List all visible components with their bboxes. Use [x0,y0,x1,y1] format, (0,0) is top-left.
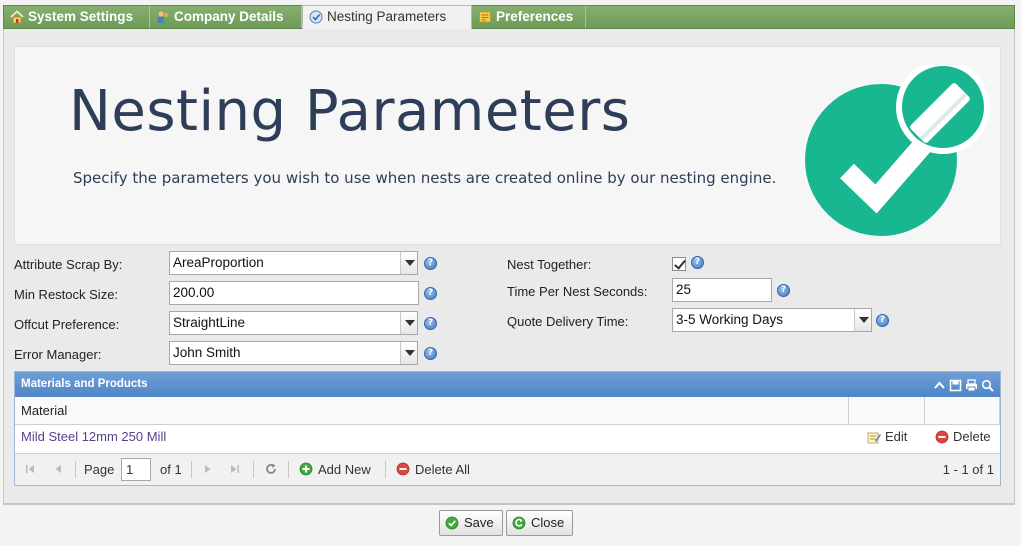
nesting-icon [309,10,323,24]
checkmark-icon [445,516,459,530]
select-value: 3-5 Working Days [676,312,784,327]
page-banner: Nesting Parameters Specify the parameter… [14,46,1001,245]
tab-nesting-parameters[interactable]: Nesting Parameters [302,5,472,29]
tab-label: Company Details [174,9,284,24]
table-row: Mild Steel 12mm 250 Mill Edit Delete [15,425,1000,450]
quote-delivery-select[interactable]: 3-5 Working Days [672,308,872,332]
nest-together-checkbox[interactable] [672,257,686,271]
home-icon [10,10,24,24]
edit-label: Edit [885,429,908,444]
delete-button[interactable]: Delete [935,429,991,444]
material-link[interactable]: Mild Steel 12mm 250 Mill [21,429,166,444]
chevron-down-icon[interactable] [854,309,871,331]
pager-divider [191,461,192,478]
page-title: Nesting Parameters [69,79,631,144]
grid-title: Materials and Products [21,378,148,390]
help-icon[interactable]: ? [424,287,437,300]
time-per-nest-input[interactable]: 25 [672,278,772,302]
preferences-icon [479,11,491,23]
select-value: John Smith [173,345,241,360]
edit-button[interactable]: Edit [867,429,907,444]
min-restock-label: Min Restock Size: [14,287,119,302]
delete-label: Delete [953,429,991,444]
edit-icon [867,432,881,444]
add-new-label: Add New [318,462,371,477]
pager-divider [253,461,254,478]
footer-divider [3,504,1015,505]
pager-divider [385,461,386,478]
error-manager-label: Error Manager: [14,347,102,362]
input-value: 200.00 [173,285,215,300]
select-value: AreaProportion [173,255,264,270]
quote-delivery-label: Quote Delivery Time: [507,314,629,329]
pager-summary: 1 - 1 of 1 [942,462,994,477]
next-page-icon[interactable] [203,464,213,474]
previous-page-icon[interactable] [53,464,63,474]
tab-preferences[interactable]: Preferences [472,6,586,28]
page-count: of 1 [160,462,182,477]
people-icon [157,11,169,23]
tab-label: Preferences [496,9,574,24]
help-icon[interactable]: ? [876,314,889,327]
first-page-icon[interactable] [25,464,35,474]
offcut-preference-label: Offcut Preference: [14,317,120,332]
column-header-delete [925,397,1000,425]
page-label: Page [84,462,115,477]
time-per-nest-label: Time Per Nest Seconds: [507,284,648,299]
help-icon[interactable]: ? [691,256,704,269]
close-icon [512,516,526,530]
page-number-input[interactable]: 1 [121,458,151,481]
tab-company-details[interactable]: Company Details [150,6,302,28]
help-icon[interactable]: ? [424,347,437,360]
tab-label: System Settings [28,9,134,24]
chevron-down-icon[interactable] [400,342,417,364]
delete-all-label: Delete All [415,462,470,477]
tab-system-settings[interactable]: System Settings [4,6,150,28]
close-button[interactable]: Close [506,510,574,536]
add-icon [299,462,313,476]
column-header-material[interactable]: Material [15,397,849,425]
error-manager-select[interactable]: John Smith [169,341,418,365]
nest-together-label: Nest Together: [507,257,592,272]
help-icon[interactable]: ? [424,257,437,270]
last-page-icon[interactable] [230,464,240,474]
materials-grid: Materials and Products Material Mild Ste… [14,371,1001,486]
select-value: StraightLine [173,315,246,330]
column-header-edit [849,397,925,425]
tab-bar: System Settings Company Details Nesting … [3,5,1015,29]
refresh-icon[interactable] [265,463,277,475]
save-label: Save [464,515,494,530]
delete-icon [935,430,949,444]
help-icon[interactable]: ? [424,317,437,330]
save-grid-icon[interactable] [949,377,962,392]
close-label: Close [531,515,565,530]
pager-divider [75,461,76,478]
min-restock-input[interactable]: 200.00 [169,281,419,305]
print-icon[interactable] [965,377,978,392]
attribute-scrap-select[interactable]: AreaProportion [169,251,418,275]
grid-toolbar [933,377,994,392]
collapse-icon[interactable] [933,377,946,390]
input-value: 25 [676,282,692,297]
chevron-down-icon[interactable] [400,252,417,274]
grid-title-bar: Materials and Products [15,372,1000,397]
tab-label: Nesting Parameters [327,9,447,24]
offcut-preference-select[interactable]: StraightLine [169,311,418,335]
page-description: Specify the parameters you wish to use w… [73,169,777,187]
save-button[interactable]: Save [439,510,503,536]
attribute-scrap-label: Attribute Scrap By: [14,257,123,272]
help-icon[interactable]: ? [777,284,790,297]
grid-pager: Page 1 of 1 Add New Delete All 1 - 1 of … [15,453,1000,485]
checkmark-badge-icon [805,65,990,236]
delete-all-button[interactable]: Delete All [396,462,470,477]
pager-divider [288,461,289,478]
search-icon[interactable] [981,377,994,392]
add-new-button[interactable]: Add New [299,462,371,477]
grid-header-row: Material [15,397,1000,425]
delete-icon [396,462,410,476]
chevron-down-icon[interactable] [400,312,417,334]
